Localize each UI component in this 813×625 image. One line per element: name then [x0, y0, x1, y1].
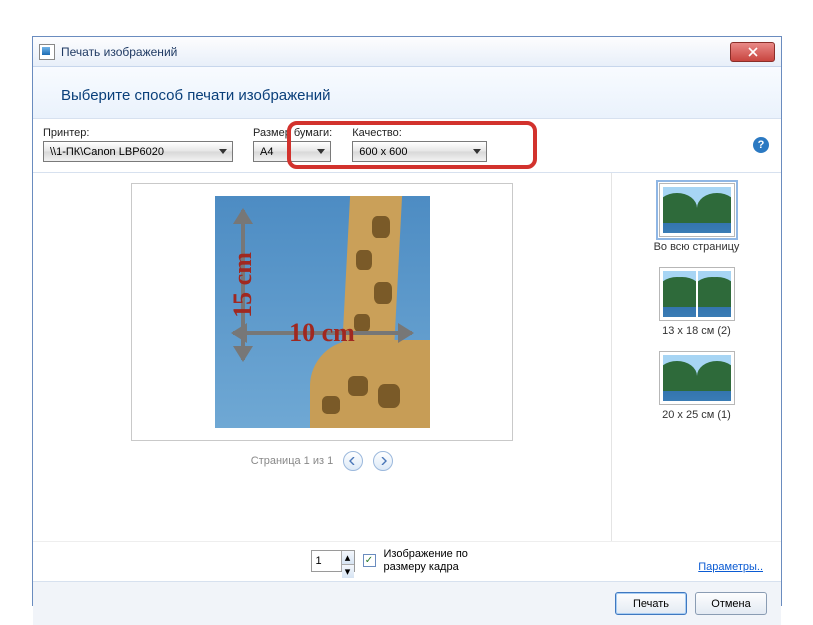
- printer-select[interactable]: \\1-ПК\Canon LBP6020: [43, 141, 233, 162]
- layout-label: Во всю страницу: [624, 241, 769, 253]
- cancel-button[interactable]: Отмена: [695, 592, 767, 615]
- close-button[interactable]: [730, 42, 775, 62]
- body: 15 cm 10 cm Страница 1 из 1 Во всю стран…: [33, 173, 781, 541]
- paper-size-select[interactable]: A4: [253, 141, 331, 162]
- footer: Печать Отмена: [33, 581, 781, 625]
- parameters-link[interactable]: Параметры..: [698, 561, 763, 573]
- app-icon: [39, 44, 55, 60]
- copies-value: 1: [316, 555, 322, 567]
- dimension-horizontal: 10 cm: [233, 316, 412, 350]
- quality-select[interactable]: 600 x 600: [352, 141, 487, 162]
- layout-option-full[interactable]: Во всю страницу: [624, 183, 769, 253]
- copies-stepper[interactable]: 1 ▴ ▾: [311, 550, 355, 572]
- toolbar: Принтер: \\1-ПК\Canon LBP6020 Размер бум…: [33, 119, 781, 173]
- step-down-icon[interactable]: ▾: [342, 565, 354, 578]
- window-title: Печать изображений: [61, 45, 177, 59]
- header: Выберите способ печати изображений: [33, 67, 781, 119]
- prev-page-button[interactable]: [343, 451, 363, 471]
- layout-sidebar: Во всю страницу 13 x 18 см (2) 20 x 25 с…: [611, 173, 781, 541]
- paper-label: Размер бумаги:: [253, 127, 332, 139]
- step-up-icon[interactable]: ▴: [342, 551, 354, 565]
- layout-option-13x18[interactable]: 13 x 18 см (2): [624, 267, 769, 337]
- close-icon: [748, 47, 758, 57]
- header-title: Выберите способ печати изображений: [61, 87, 753, 104]
- layout-option-20x25[interactable]: 20 x 25 см (1): [624, 351, 769, 421]
- quality-label: Качество:: [352, 127, 487, 139]
- print-button[interactable]: Печать: [615, 592, 687, 615]
- help-icon[interactable]: ?: [753, 137, 769, 153]
- next-page-button[interactable]: [373, 451, 393, 471]
- pager: Страница 1 из 1: [251, 451, 393, 471]
- titlebar: Печать изображений: [33, 37, 781, 67]
- fit-label: Изображение по размеру кадра: [384, 548, 504, 573]
- print-dialog: Печать изображений Выберите способ печат…: [32, 36, 782, 606]
- preview-image: 15 cm 10 cm: [215, 196, 430, 428]
- chevron-left-icon: [349, 457, 357, 465]
- fit-checkbox[interactable]: ✓: [363, 554, 376, 567]
- layout-label: 13 x 18 см (2): [624, 325, 769, 337]
- preview-pane: 15 cm 10 cm Страница 1 из 1: [33, 173, 611, 541]
- preview-frame: 15 cm 10 cm: [131, 183, 513, 441]
- page-status: Страница 1 из 1: [251, 455, 333, 467]
- printer-label: Принтер:: [43, 127, 233, 139]
- chevron-right-icon: [379, 457, 387, 465]
- layout-label: 20 x 25 см (1): [624, 409, 769, 421]
- options-row: 1 ▴ ▾ ✓ Изображение по размеру кадра Пар…: [33, 541, 781, 581]
